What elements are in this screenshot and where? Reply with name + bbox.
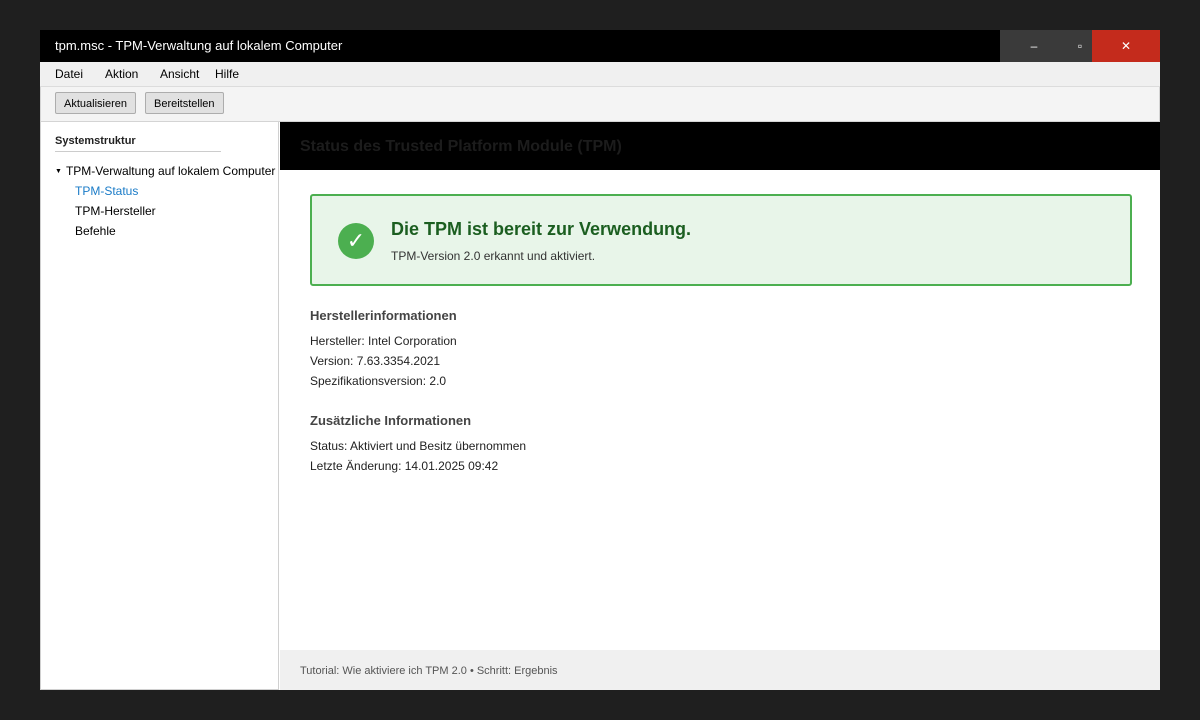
title-bar: tpm.msc - TPM-Verwaltung auf lokalem Com…: [40, 30, 1160, 62]
version-line: Version: 7.63.3354.2021: [310, 354, 441, 368]
minimize-button[interactable]: –: [1000, 30, 1068, 62]
status-subtitle: TPM-Version 2.0 erkannt und aktiviert.: [391, 249, 596, 263]
main-header: Status des Trusted Platform Module (TPM): [280, 122, 1160, 170]
spec-version-line: Spezifikationsversion: 2.0: [310, 374, 447, 388]
main-panel: Status des Trusted Platform Module (TPM)…: [280, 122, 1160, 690]
menu-datei[interactable]: Datei: [55, 67, 83, 81]
menu-ansicht[interactable]: Ansicht: [160, 67, 199, 81]
status-title: Die TPM ist bereit zur Verwendung.: [391, 219, 692, 239]
tree-root-label: TPM-Verwaltung auf lokalem Computer: [65, 164, 276, 178]
menu-aktion[interactable]: Aktion: [105, 67, 138, 81]
page-title: Status des Trusted Platform Module (TPM): [300, 138, 622, 155]
status-banner: ✓ Die TPM ist bereit zur Verwendung. TPM…: [310, 194, 1132, 286]
sidebar: Systemstruktur ▼ TPM-Verwaltung auf lokal…: [40, 122, 279, 690]
sidebar-item-tpm-hersteller[interactable]: TPM-Hersteller: [75, 204, 156, 218]
prepare-button[interactable]: Bereitstellen: [145, 92, 224, 114]
refresh-button[interactable]: Aktualisieren: [55, 92, 136, 114]
caret-down-icon[interactable]: ▼: [55, 168, 62, 175]
maximize-button[interactable]: ▫: [1068, 30, 1092, 62]
toolbar: Aktualisieren Bereitstellen: [40, 87, 1160, 122]
last-change-line: Letzte Änderung: 14.01.2025 09:42: [310, 459, 499, 473]
sidebar-item-befehle[interactable]: Befehle: [75, 224, 116, 238]
close-button[interactable]: ✕: [1092, 30, 1160, 62]
sidebar-divider: [55, 151, 221, 152]
additional-section-title: Zusätzliche Informationen: [310, 413, 472, 428]
tree-root[interactable]: ▼ TPM-Verwaltung auf lokalem Computer: [55, 164, 275, 178]
menu-hilfe[interactable]: Hilfe: [215, 67, 239, 81]
sidebar-item-tpm-status[interactable]: TPM-Status: [75, 184, 138, 198]
status-line: Status: Aktiviert und Besitz übernommen: [310, 439, 527, 453]
manufacturer-line: Hersteller: Intel Corporation: [310, 334, 457, 348]
window-title: tpm.msc - TPM-Verwaltung auf lokalem Com…: [55, 38, 343, 53]
tpm-window: tpm.msc - TPM-Verwaltung auf lokalem Com…: [40, 30, 1160, 690]
menu-bar: Datei Aktion Ansicht Hilfe: [40, 62, 1160, 87]
manufacturer-section-title: Herstellerinformationen: [310, 308, 457, 323]
sidebar-heading: Systemstruktur: [55, 135, 136, 147]
footer-bar: Tutorial: Wie aktiviere ich TPM 2.0 • Sc…: [280, 650, 1160, 690]
checkmark-icon: ✓: [338, 223, 374, 259]
footer-text: Tutorial: Wie aktiviere ich TPM 2.0 • Sc…: [300, 665, 558, 677]
